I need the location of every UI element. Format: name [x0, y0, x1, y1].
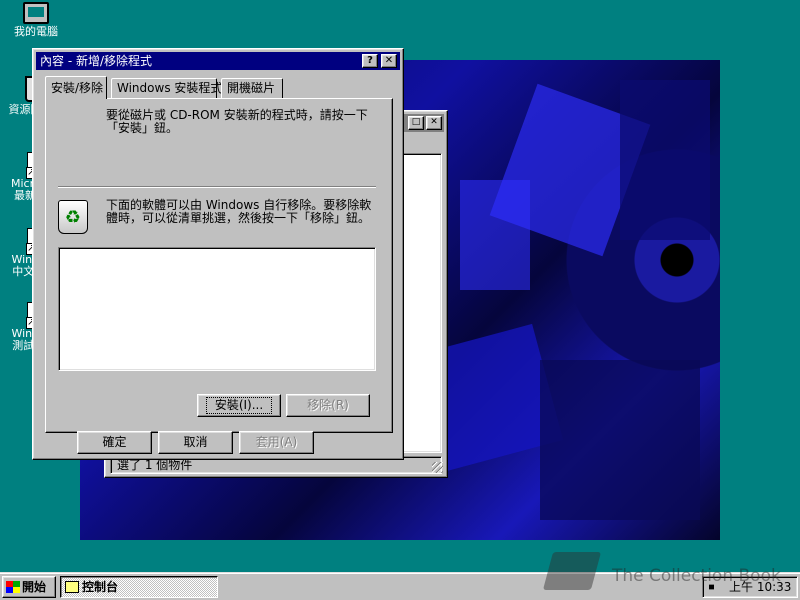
start-button[interactable]: 開始 — [2, 576, 56, 598]
install-button[interactable]: 安裝(I)... — [197, 394, 281, 417]
resize-grip[interactable] — [432, 462, 443, 473]
install-button-label: 安裝(I)... — [205, 397, 273, 414]
remove-instructions: 下面的軟體可以由 Windows 自行移除。要移除軟體時，可以從清單挑選，然後按… — [106, 198, 372, 225]
desktop-icon-my-computer[interactable]: 我的電腦 — [4, 2, 68, 38]
dialog-titlebar[interactable]: 內容 - 新增/移除程式 ? ✕ — [36, 52, 400, 70]
computer-icon — [23, 2, 49, 24]
watermark: The Collection Book — [542, 548, 788, 598]
divider — [58, 186, 376, 188]
tab-install-uninstall[interactable]: 安裝/移除 — [45, 76, 107, 99]
close-button[interactable]: ✕ — [426, 116, 442, 130]
wallpaper-shape — [620, 80, 710, 240]
watermark-text: The Collection Book — [612, 566, 781, 586]
remove-button[interactable]: 移除(R) — [286, 394, 370, 417]
start-label: 開始 — [22, 580, 47, 594]
wallpaper-shape — [460, 180, 530, 290]
ok-button[interactable]: 確定 — [77, 431, 152, 454]
tab-panel-install-uninstall: 要從磁片或 CD-ROM 安裝新的程式時，請按一下「安裝」鈕。 ♻ 下面的軟體可… — [45, 98, 393, 433]
taskbar-button-control-panel[interactable]: 控制台 — [60, 576, 218, 598]
maximize-button[interactable]: □ — [408, 116, 424, 130]
desktop-icon-label: 我的電腦 — [14, 25, 58, 38]
apply-button[interactable]: 套用(A) — [239, 431, 314, 454]
windows-logo-icon — [6, 581, 20, 593]
installed-programs-list[interactable] — [58, 247, 376, 371]
wallpaper-shape — [540, 360, 700, 520]
tab-windows-setup[interactable]: Windows 安裝程式 — [111, 78, 222, 98]
tab-startup-disk[interactable]: 開機磁片 — [221, 78, 283, 98]
control-panel-icon — [65, 581, 79, 593]
help-button[interactable]: ? — [362, 54, 378, 68]
dialog-title: 內容 - 新增/移除程式 — [40, 54, 153, 68]
cancel-button[interactable]: 取消 — [158, 431, 233, 454]
add-remove-programs-dialog[interactable]: 內容 - 新增/移除程式 ? ✕ 安裝/移除 Windows 安裝程式 開機磁片… — [32, 48, 404, 460]
book-icon — [542, 552, 602, 590]
taskbar-button-label: 控制台 — [82, 580, 119, 594]
close-button[interactable]: ✕ — [381, 54, 397, 68]
install-instructions: 要從磁片或 CD-ROM 安裝新的程式時，請按一下「安裝」鈕。 — [106, 108, 368, 135]
recycle-bin-icon: ♻ — [58, 200, 88, 234]
